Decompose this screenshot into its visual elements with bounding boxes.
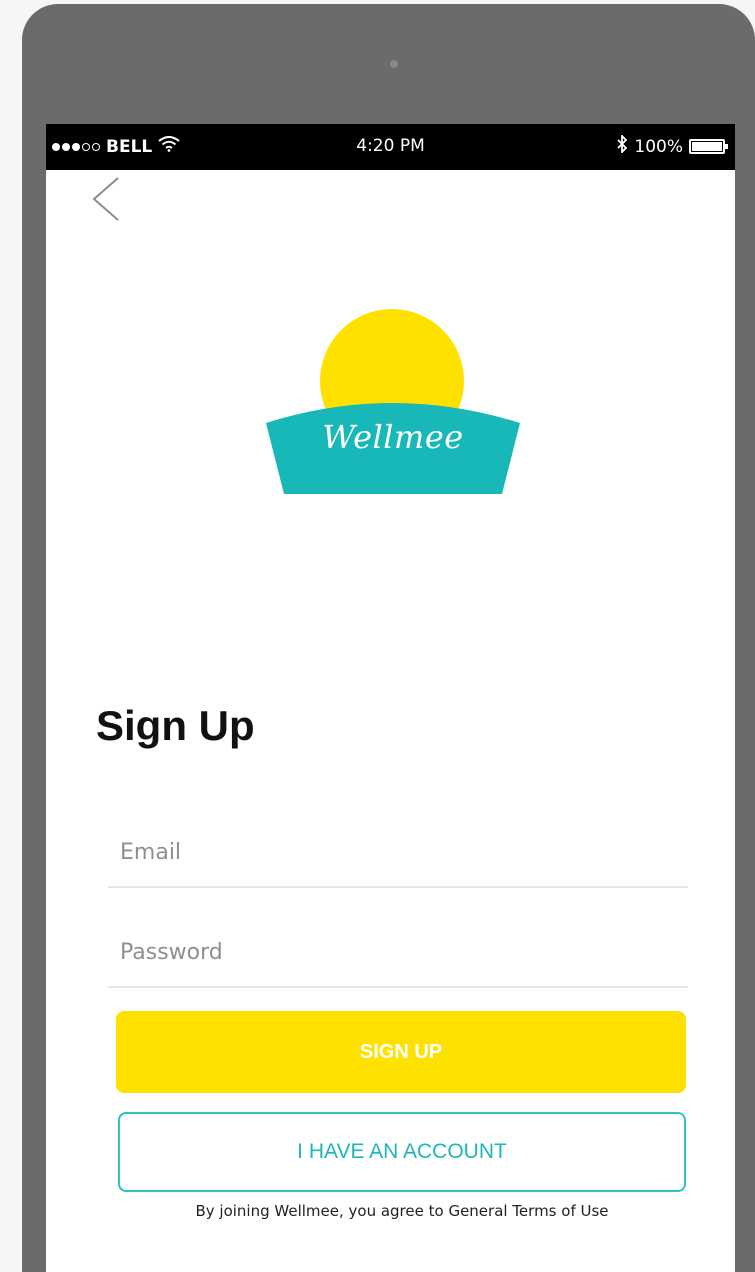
terms-text: By joining Wellmee, you agree to General… [195,1202,609,1220]
wellmee-logo: Wellmee [264,308,522,494]
back-arrow-icon [92,177,119,221]
back-button[interactable] [90,176,122,226]
status-bar: BELL 4:20 PM 100% [46,124,735,170]
battery-percent: 100% [634,136,683,157]
app-screen: BELL 4:20 PM 100% [46,124,735,1272]
page-title: Sign Up [96,702,255,749]
brand-name: Wellmee [322,418,464,456]
email-field[interactable] [108,818,688,888]
battery-icon [689,139,728,154]
have-account-button[interactable]: I HAVE AN ACCOUNT [118,1112,686,1192]
password-field[interactable] [108,918,688,988]
camera-dot [390,60,398,68]
bluetooth-icon [616,133,628,158]
sign-up-button[interactable]: SIGN UP [116,1011,686,1093]
